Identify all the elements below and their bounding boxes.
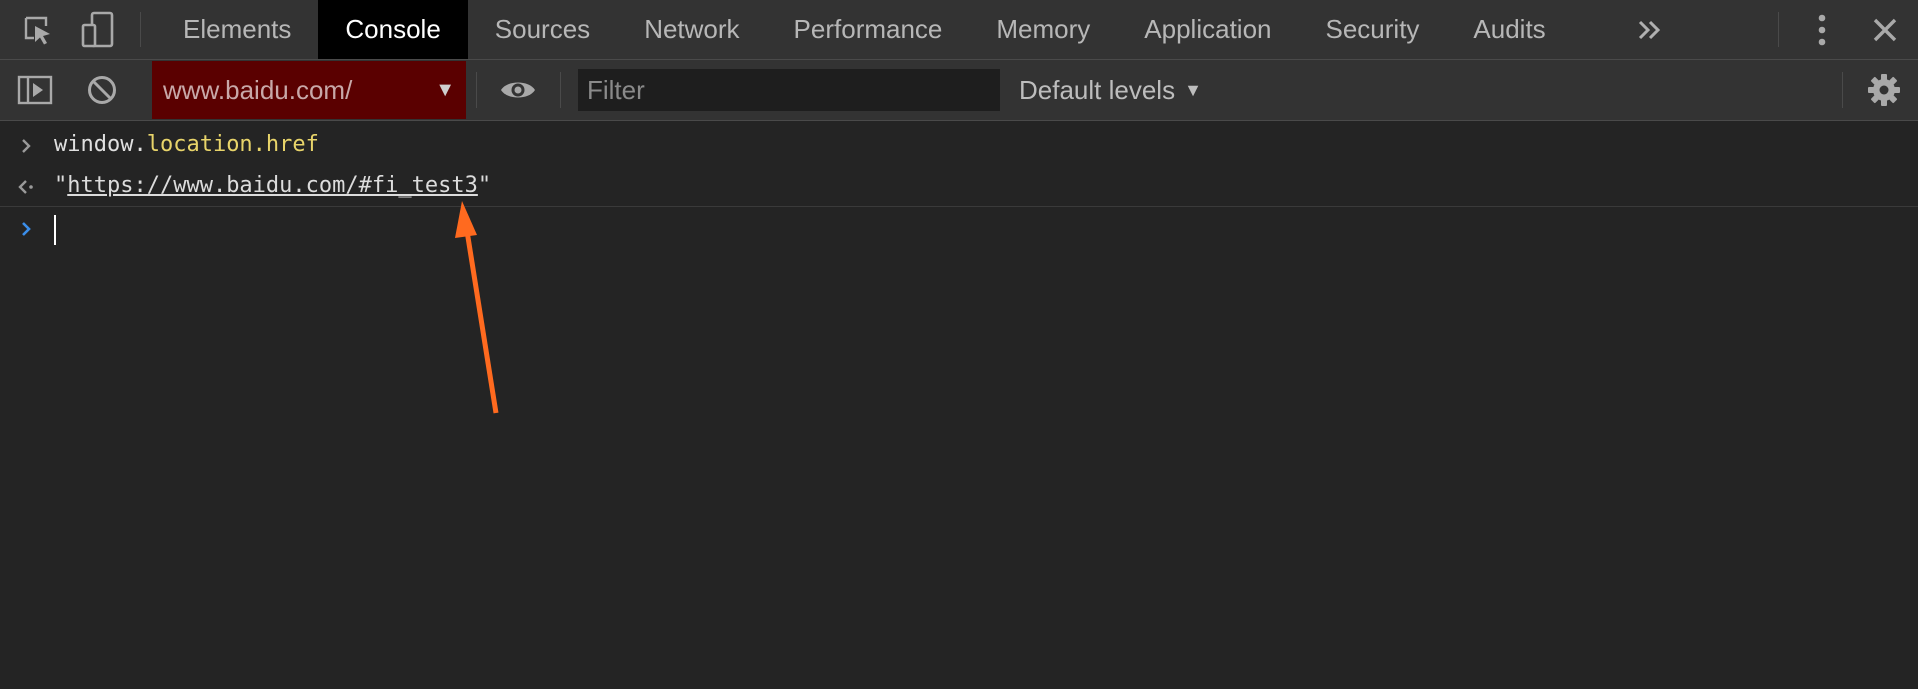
console-output[interactable]: window.location.href "https://www.baidu.… [0,121,1918,689]
result-url-link[interactable]: https://www.baidu.com/#fi_test3 [67,173,478,198]
result-arrow-icon [16,177,36,197]
console-result-line: "https://www.baidu.com/#fi_test3" [0,167,1918,207]
console-input-code: window.location.href [54,132,319,157]
close-icon[interactable] [1866,0,1904,59]
tabbar-divider [140,12,141,47]
chevron-down-icon: ▼ [435,79,455,101]
tab-application[interactable]: Application [1117,0,1298,59]
tabbar-divider-right [1778,12,1779,47]
execution-context-select[interactable]: www.baidu.com/ ▼ [152,61,466,119]
text-cursor [54,215,56,245]
tab-network[interactable]: Network [617,0,766,59]
toolbar-divider [476,72,477,108]
close-quote: " [477,173,492,198]
console-toolbar: www.baidu.com/ ▼ Default levels ▼ [0,60,1918,121]
code-property: location.href [146,132,319,157]
toolbar-divider-right [1842,72,1843,108]
inspect-element-icon[interactable] [18,0,58,59]
device-toggle-icon[interactable] [78,0,118,59]
settings-icon[interactable] [1864,60,1904,120]
panel-tabs: Elements Console Sources Network Perform… [156,0,1573,59]
log-levels-label: Default levels [1019,74,1176,105]
tab-console[interactable]: Console [318,0,468,59]
tab-bar: Elements Console Sources Network Perform… [0,0,1918,60]
chevron-down-icon: ▼ [1184,79,1202,100]
toolbar-divider-2 [560,72,561,108]
tab-elements[interactable]: Elements [156,0,318,59]
tab-performance[interactable]: Performance [767,0,970,59]
execution-context-label: www.baidu.com/ [163,74,353,105]
tab-audits[interactable]: Audits [1446,0,1572,59]
tab-sources[interactable]: Sources [468,0,617,59]
sidebar-toggle-icon[interactable] [14,60,56,120]
more-tabs-icon[interactable] [1630,0,1670,59]
filter-input[interactable] [578,69,1000,111]
log-levels-dropdown[interactable]: Default levels ▼ [1019,60,1202,120]
devtools-window: Elements Console Sources Network Perform… [0,0,1918,689]
open-quote: " [54,173,68,198]
tab-security[interactable]: Security [1299,0,1447,59]
console-input-line: window.location.href [0,126,1918,166]
eye-icon[interactable] [496,60,540,120]
console-prompt-line[interactable] [0,209,1918,249]
clear-console-icon[interactable] [82,60,122,120]
input-chevron-icon [16,136,36,156]
kebab-menu-icon[interactable] [1806,0,1838,59]
prompt-divider [0,206,1918,207]
console-result-value: "https://www.baidu.com/#fi_test3" [54,173,491,198]
annotation-arrow-icon [455,201,499,414]
code-object: window. [54,132,147,157]
prompt-chevron-icon [16,219,36,239]
tab-memory[interactable]: Memory [969,0,1117,59]
